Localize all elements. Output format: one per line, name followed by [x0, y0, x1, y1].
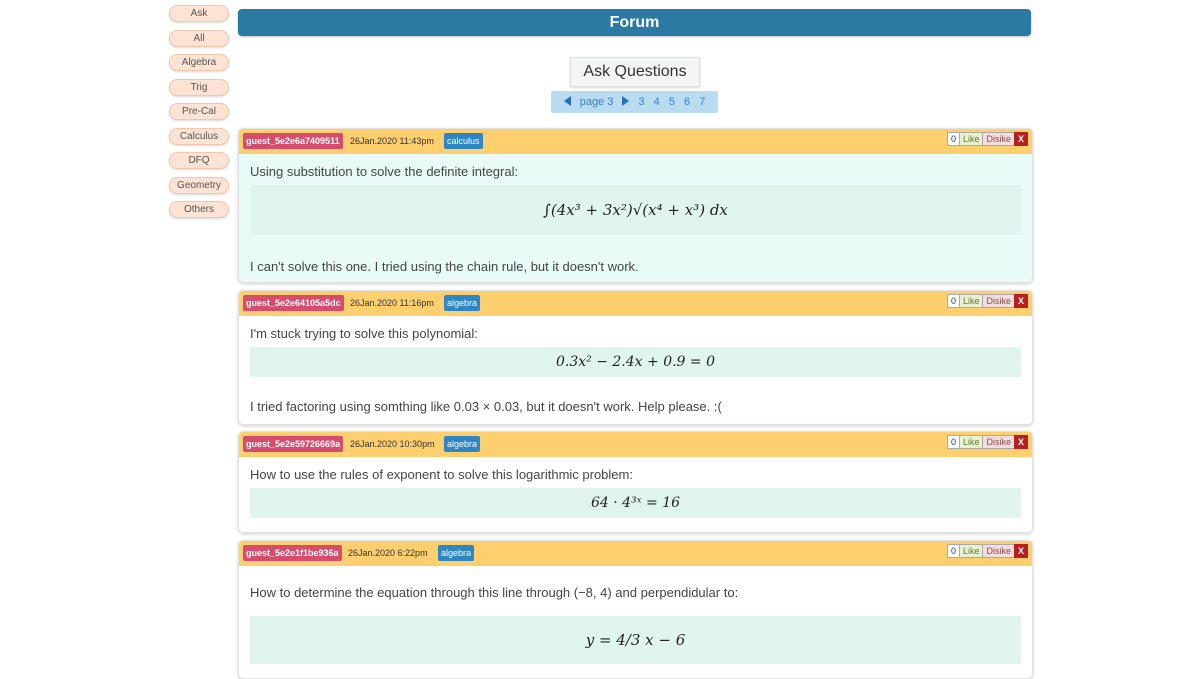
post-header: guest_5e2e64105a5dc 26Jan.2020 11:16pm a…: [239, 291, 1032, 316]
page-link[interactable]: 6: [684, 96, 690, 108]
close-button[interactable]: X: [1013, 435, 1028, 449]
post-body: How to use the rules of exponent to solv…: [239, 457, 1032, 532]
ask-questions-button[interactable]: Ask Questions: [570, 57, 700, 87]
vote-controls: 0 Like Disike X: [946, 294, 1028, 308]
forum-post: guest_5e2e59726669a 26Jan.2020 10:30pm a…: [238, 431, 1033, 533]
post-header: guest_5e2e59726669a 26Jan.2020 10:30pm a…: [239, 432, 1032, 457]
sidebar-item-geometry[interactable]: Geometry: [169, 176, 229, 194]
username-tag[interactable]: guest_5e2e6a7409511: [243, 133, 343, 149]
category-tag[interactable]: algebra: [438, 545, 475, 561]
prev-page-icon[interactable]: [563, 96, 571, 106]
post-body: I'm stuck trying to solve this polynomia…: [239, 316, 1032, 424]
post-followup: I can't solve this one. I tried using th…: [250, 259, 639, 274]
vote-controls: 0 Like Disike X: [946, 132, 1028, 146]
category-tag[interactable]: calculus: [444, 133, 483, 149]
page-link[interactable]: 7: [699, 96, 705, 108]
post-body: Using substitution to solve the definite…: [239, 154, 1032, 282]
math-equation: y = 4/3 x − 6: [250, 616, 1021, 664]
sidebar-item-all[interactable]: All: [169, 29, 229, 47]
post-header: guest_5e2e1f1be936a 26Jan.2020 6:22pm al…: [239, 541, 1032, 566]
post-date: 26Jan.2020 10:30pm: [350, 439, 435, 449]
post-intro: I'm stuck trying to solve this polynomia…: [250, 326, 478, 341]
forum-header: Forum: [238, 9, 1031, 36]
forum-post: guest_5e2e64105a5dc 26Jan.2020 11:16pm a…: [238, 290, 1033, 425]
like-button[interactable]: Like: [958, 435, 984, 449]
math-equation: 0.3x² − 2.4x + 0.9 = 0: [250, 347, 1021, 377]
category-tag[interactable]: algebra: [444, 295, 481, 311]
post-intro: Using substitution to solve the definite…: [250, 164, 519, 179]
username-tag[interactable]: guest_5e2e1f1be936a: [243, 545, 342, 561]
category-tag[interactable]: algebra: [444, 436, 481, 452]
next-page-icon[interactable]: [622, 96, 630, 106]
close-button[interactable]: X: [1013, 544, 1028, 558]
username-tag[interactable]: guest_5e2e59726669a: [243, 436, 344, 452]
post-followup: I tried factoring using somthing like 0.…: [250, 399, 722, 414]
dislike-button[interactable]: Disike: [982, 132, 1015, 146]
page-link[interactable]: 4: [654, 96, 660, 108]
dislike-button[interactable]: Disike: [982, 435, 1015, 449]
post-body: How to determine the equation through th…: [239, 566, 1032, 678]
forum-post: guest_5e2e1f1be936a 26Jan.2020 6:22pm al…: [238, 540, 1033, 679]
sidebar-item-ask[interactable]: Ask: [169, 5, 229, 22]
post-intro: How to use the rules of exponent to solv…: [250, 467, 633, 482]
username-tag[interactable]: guest_5e2e64105a5dc: [243, 295, 344, 311]
sidebar-item-others[interactable]: Others: [169, 201, 229, 218]
math-equation: ∫(4x³ + 3x²)√(x⁴ + x³) dx: [250, 185, 1021, 235]
post-date: 26Jan.2020 11:16pm: [350, 298, 434, 308]
post-intro: How to determine the equation through th…: [250, 585, 739, 600]
dislike-button[interactable]: Disike: [982, 544, 1015, 558]
page-link[interactable]: 5: [669, 96, 675, 108]
forum-post: guest_5e2e6a7409511 26Jan.2020 11:43pm c…: [238, 128, 1033, 283]
sidebar-item-trig[interactable]: Trig: [169, 78, 229, 96]
page-link[interactable]: 3: [638, 96, 644, 108]
sidebar-item-algebra[interactable]: Algebra: [169, 54, 229, 71]
close-button[interactable]: X: [1013, 294, 1028, 308]
sidebar-item-calculus[interactable]: Calculus: [169, 127, 229, 145]
post-date: 26Jan.2020 6:22pm: [348, 548, 428, 558]
dislike-button[interactable]: Disike: [982, 294, 1015, 308]
math-equation: 64 · 4³ˣ = 16: [250, 488, 1021, 518]
vote-controls: 0 Like Disike X: [946, 544, 1028, 558]
post-date: 26Jan.2020 11:43pm: [350, 136, 434, 146]
category-sidebar: Ask All Algebra Trig Pre-Cal Calculus DF…: [169, 5, 229, 226]
like-button[interactable]: Like: [958, 544, 984, 558]
current-page-label: page 3: [579, 96, 614, 108]
like-button[interactable]: Like: [958, 294, 984, 308]
pagination: page 3 3 4 5 6 7: [551, 91, 718, 113]
vote-controls: 0 Like Disike X: [946, 435, 1028, 449]
post-header: guest_5e2e6a7409511 26Jan.2020 11:43pm c…: [239, 129, 1032, 154]
close-button[interactable]: X: [1013, 132, 1028, 146]
sidebar-item-dfq[interactable]: DFQ: [169, 152, 229, 169]
sidebar-item-precal[interactable]: Pre-Cal: [169, 103, 229, 120]
like-button[interactable]: Like: [958, 132, 984, 146]
